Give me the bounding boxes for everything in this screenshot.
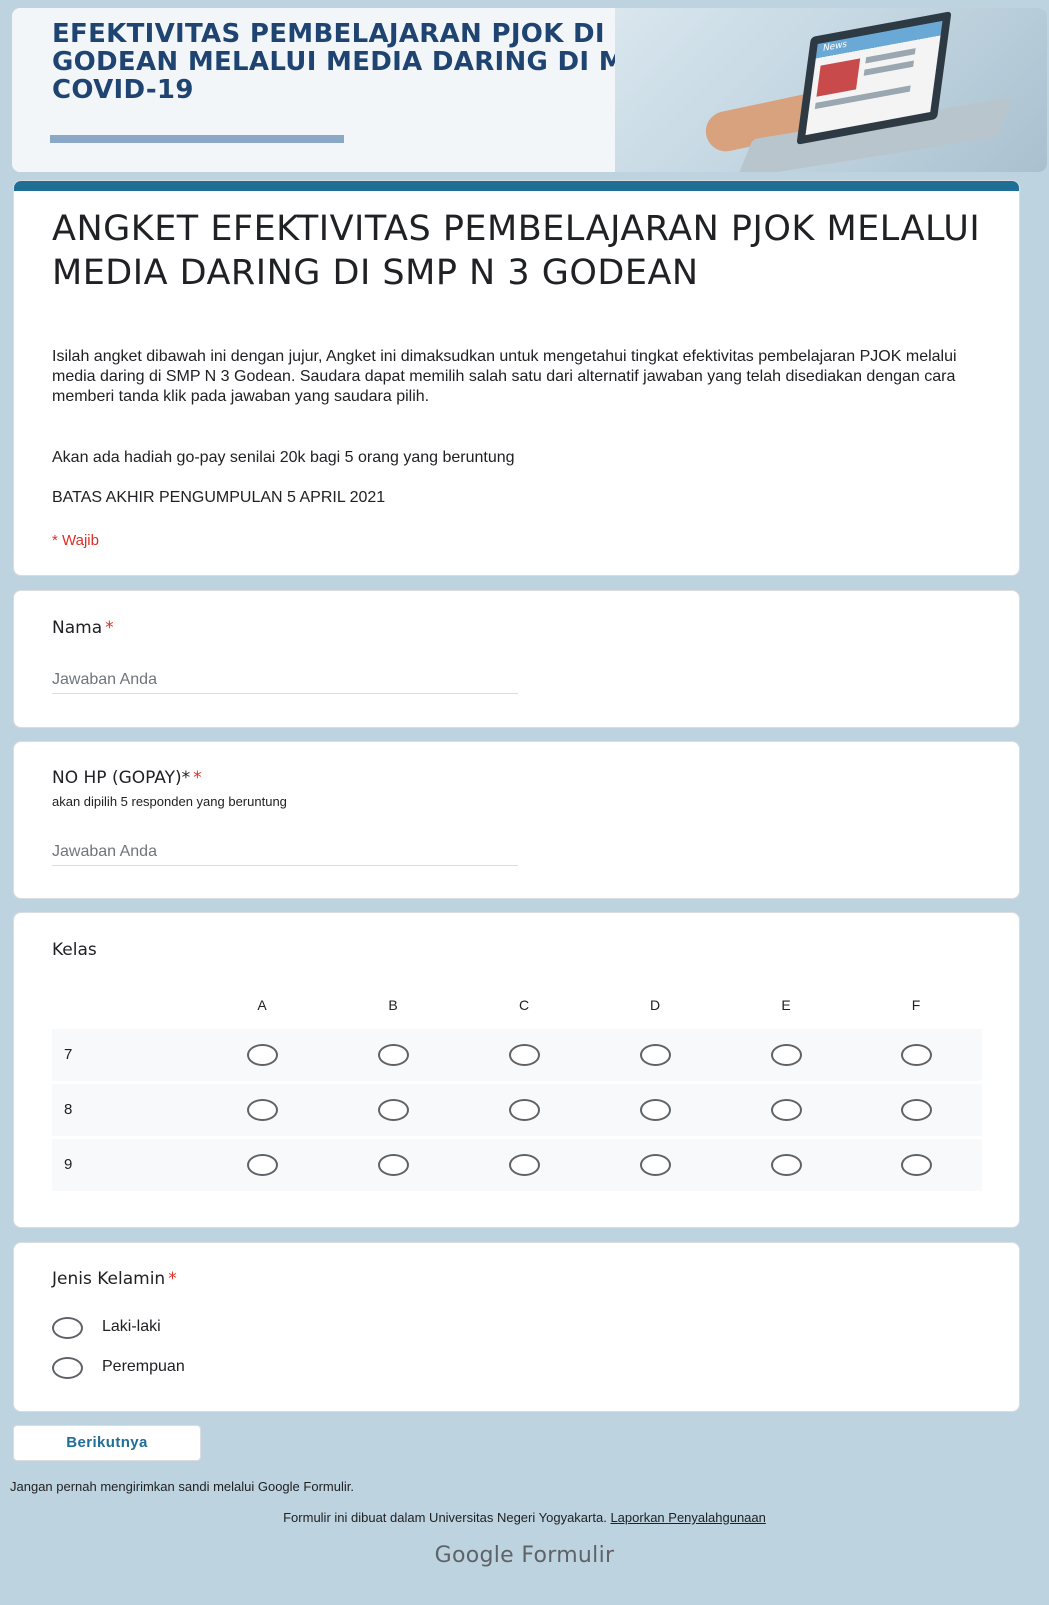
grid-column-label: D: [649, 997, 661, 1013]
grid-column-label: B: [388, 997, 398, 1013]
radio-button[interactable]: [771, 1044, 802, 1066]
grid-column-label: F: [911, 997, 921, 1013]
radio-button[interactable]: [901, 1154, 932, 1176]
option-label: Perempuan: [102, 1358, 185, 1375]
radio-button[interactable]: [247, 1044, 278, 1066]
radio-button[interactable]: [640, 1044, 671, 1066]
title-card-accent-bar: [14, 181, 1019, 191]
radio-button[interactable]: [509, 1099, 540, 1121]
news-label: News: [822, 39, 848, 55]
question-kelas: Kelas A B C D E F 7 8 9: [13, 912, 1020, 1228]
question-title: Jenis Kelamin *: [52, 1269, 177, 1289]
form-title-card: ANGKET EFEKTIVITAS PEMBELAJARAN PJOK MEL…: [13, 180, 1020, 576]
question-help-text: akan dipilih 5 responden yang beruntung: [52, 794, 287, 809]
radio-button[interactable]: [509, 1044, 540, 1066]
no-hp-input[interactable]: [52, 838, 518, 866]
radio-button[interactable]: [771, 1154, 802, 1176]
question-title: NO HP (GOPAY)* *: [52, 768, 202, 788]
header-banner: EFEKTIVITAS PEMBELAJARAN PJOK DI SMPN 3 …: [12, 8, 1047, 172]
form-description: Isilah angket dibawah ini dengan jujur, …: [52, 348, 957, 405]
question-title: Kelas: [52, 940, 97, 960]
radio-button[interactable]: [52, 1317, 83, 1339]
required-star: *: [193, 768, 202, 788]
kelas-grid: A B C D E F 7 8 9: [52, 991, 982, 1194]
question-nama: Nama *: [13, 590, 1020, 728]
radio-button[interactable]: [378, 1099, 409, 1121]
grid-row: 9: [52, 1139, 982, 1191]
grid-row: 7: [52, 1029, 982, 1081]
grid-row-label: 7: [64, 1046, 73, 1063]
grid-row-label: 8: [64, 1101, 73, 1118]
question-title: Nama *: [52, 618, 114, 638]
grid-column-label: C: [518, 997, 530, 1013]
required-star: *: [168, 1269, 177, 1289]
radio-button[interactable]: [640, 1154, 671, 1176]
radio-button[interactable]: [901, 1099, 932, 1121]
option-label: Laki-laki: [102, 1318, 161, 1335]
question-jenis-kelamin: Jenis Kelamin * Laki-laki Perempuan: [13, 1242, 1020, 1412]
required-note: * Wajib: [52, 532, 99, 549]
google-forms-logo: Google Formulir: [434, 1543, 615, 1568]
form-page: EFEKTIVITAS PEMBELAJARAN PJOK DI SMPN 3 …: [0, 0, 1049, 1605]
radio-button[interactable]: [378, 1044, 409, 1066]
radio-button[interactable]: [771, 1099, 802, 1121]
radio-button[interactable]: [52, 1357, 83, 1379]
grid-column-label: E: [781, 997, 791, 1013]
grid-row: 8: [52, 1084, 982, 1136]
report-abuse-link[interactable]: Laporkan Penyalahgunaan: [610, 1510, 765, 1525]
radio-button[interactable]: [640, 1099, 671, 1121]
form-title: ANGKET EFEKTIVITAS PEMBELAJARAN PJOK MEL…: [52, 209, 981, 293]
banner-accent-bar: [50, 135, 344, 143]
nama-input[interactable]: [52, 666, 518, 694]
grid-column-label: A: [257, 997, 267, 1013]
prize-note: Akan ada hadiah go-pay senilai 20k bagi …: [52, 449, 515, 466]
radio-button[interactable]: [901, 1044, 932, 1066]
question-no-hp: NO HP (GOPAY)* * akan dipilih 5 responden…: [13, 741, 1020, 899]
footer-made-in: Formulir ini dibuat dalam Universitas Ne…: [283, 1510, 766, 1525]
required-star: *: [105, 618, 114, 638]
deadline-note: BATAS AKHIR PENGUMPULAN 5 APRIL 2021: [52, 489, 386, 506]
grid-row-label: 9: [64, 1156, 73, 1173]
laptop-news-image: News: [615, 8, 1047, 172]
grid-header: A B C D E F: [52, 991, 982, 1029]
next-button[interactable]: Berikutnya: [13, 1425, 201, 1461]
radio-button[interactable]: [247, 1099, 278, 1121]
radio-button[interactable]: [247, 1154, 278, 1176]
radio-button[interactable]: [378, 1154, 409, 1176]
radio-button[interactable]: [509, 1154, 540, 1176]
password-warning: Jangan pernah mengirimkan sandi melalui …: [10, 1479, 354, 1494]
